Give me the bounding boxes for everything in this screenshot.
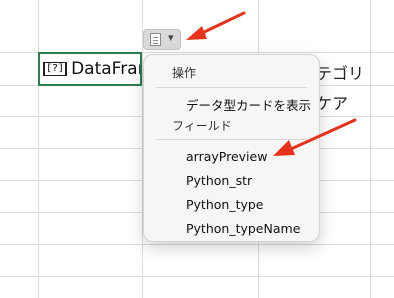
data-type-icon: [?] [43,62,68,76]
cell-category-value[interactable]: ケア [316,90,348,114]
selected-cell-dataframe[interactable]: [?] DataFrar [38,52,142,86]
grid-column-line [370,0,371,298]
menu-separator [156,87,307,88]
grid-column-line [38,0,39,298]
menu-item-field[interactable]: Python_typeName [186,221,300,236]
grid-row-line [0,244,394,245]
annotation-arrow-icon [186,11,246,40]
menu-item-field[interactable]: arrayPreview [186,149,267,164]
menu-item-show-card[interactable]: データ型カードを表示 [186,95,311,114]
cell-category-header[interactable]: テゴリ [316,60,364,84]
grid-row-line [0,276,394,277]
annotation-arrow-icon [273,118,357,156]
menu-item-field[interactable]: Python_str [186,173,252,188]
menu-item-field[interactable]: Python_type [186,197,264,212]
insert-data-button[interactable]: ▾ [143,29,181,50]
chevron-down-icon: ▾ [168,31,174,44]
card-icon [150,33,161,46]
menu-section-field: フィールド [172,119,232,133]
menu-section-action: 操作 [172,66,197,80]
cell-value: DataFrar [71,59,142,79]
